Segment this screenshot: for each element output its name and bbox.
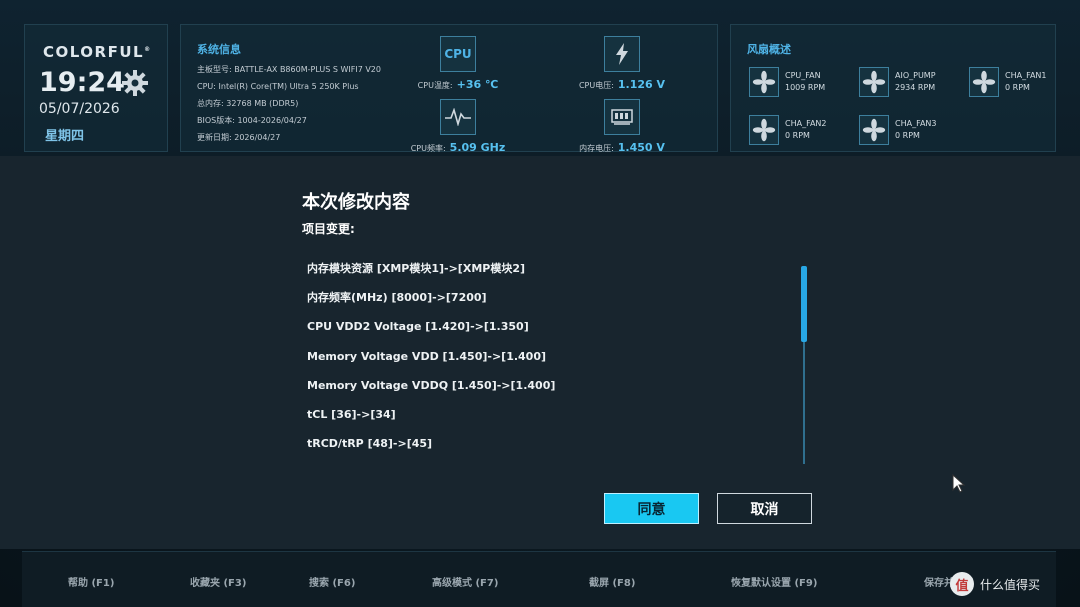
list-item: tCL [36]->[34] bbox=[307, 407, 396, 421]
waveform-icon bbox=[440, 99, 476, 135]
clock-date: 05/07/2026 bbox=[39, 101, 120, 117]
system-row-cpu: CPU: Intel(R) Core(TM) Ultra 5 250K Plus bbox=[197, 82, 359, 91]
list-item: 内存模块资源 [XMP模块1]->[XMP模块2] bbox=[307, 262, 526, 275]
list-item: 内存频率(MHz) [8000]->[7200] bbox=[307, 291, 487, 305]
agree-button[interactable]: 同意 bbox=[604, 493, 699, 524]
change-list[interactable]: 内存模块资源 [XMP模块1]->[XMP模块2] 内存频率(MHz) [800… bbox=[307, 258, 787, 470]
list-item: CPU VDD2 Voltage [1.420]->[1.350] bbox=[307, 320, 529, 334]
list-item: tRCD/tRP [48]->[45] bbox=[307, 437, 433, 451]
footer-help[interactable]: 帮助 (F1) bbox=[68, 574, 114, 589]
stat-cpu-temp: CPU CPU温度: +36 ℃ bbox=[403, 36, 513, 91]
system-row-board: 主板型号: BATTLE-AX B860M-PLUS S WIFI7 V20 bbox=[197, 65, 381, 74]
clock-weekday: 星期四 bbox=[45, 129, 85, 144]
fan-icon bbox=[859, 67, 889, 97]
dialog-title: 本次修改内容 bbox=[302, 192, 410, 213]
system-info-panel: 系统信息 主板型号: BATTLE-AX B860M-PLUS S WIFI7 … bbox=[180, 24, 718, 154]
system-info-rows: 主板型号: BATTLE-AX B860M-PLUS S WIFI7 V20 C… bbox=[197, 61, 381, 146]
watermark-text: 什么值得买 bbox=[980, 577, 1041, 592]
cancel-button[interactable]: 取消 bbox=[717, 493, 812, 524]
stat-cpu-frequency: CPU频率: 5.09 GHz bbox=[403, 99, 513, 154]
memory-module-icon bbox=[604, 99, 640, 135]
lightning-icon bbox=[604, 36, 640, 72]
fan-icon bbox=[969, 67, 999, 97]
footer-screenshot[interactable]: 截屏 (F8) bbox=[589, 574, 635, 589]
system-row-memory: 总内存: 32768 MB (DDR5) bbox=[197, 99, 299, 108]
watermark-logo: 值 bbox=[950, 572, 974, 596]
list-item: Memory Voltage VDDQ [1.450]->[1.400] bbox=[307, 378, 556, 392]
stat-cpu-voltage: CPU电压: 1.126 V bbox=[567, 36, 677, 91]
scrollbar-thumb[interactable] bbox=[801, 266, 807, 342]
system-row-update: 更新日期: 2026/04/27 bbox=[197, 133, 281, 142]
fan-overview-panel: 风扇概述 CPU_FAN 1009 RPM AIO_PUMP 2934 RPM … bbox=[730, 24, 1056, 152]
footer-search[interactable]: 搜索 (F6) bbox=[309, 574, 355, 589]
fan-overview-title: 风扇概述 bbox=[747, 43, 791, 56]
list-item: Memory Voltage VDD [1.450]->[1.400] bbox=[307, 349, 547, 363]
fan-icon bbox=[749, 115, 779, 145]
brand-clock-panel: COLORFUL® 19:24 05/07/2026 星期四 bbox=[24, 24, 168, 152]
clock-time: 19:24 bbox=[39, 67, 125, 98]
stat-memory-voltage: 内存电压: 1.450 V bbox=[567, 99, 677, 154]
mouse-cursor-icon bbox=[952, 474, 966, 493]
dialog-subtitle: 项目变更: bbox=[302, 222, 355, 236]
fan-icon bbox=[749, 67, 779, 97]
footer-favorites[interactable]: 收藏夹 (F3) bbox=[190, 574, 246, 589]
change-summary-dialog: 本次修改内容 项目变更: 内存模块资源 [XMP模块1]->[XMP模块2] 内… bbox=[0, 156, 1080, 549]
watermark: 值 什么值得买 bbox=[950, 571, 1040, 597]
system-info-title: 系统信息 bbox=[197, 43, 241, 56]
system-row-bios: BIOS版本: 1004-2026/04/27 bbox=[197, 116, 307, 125]
brand-logo: COLORFUL® bbox=[43, 43, 152, 61]
gear-icon[interactable] bbox=[121, 69, 149, 97]
fan-icon bbox=[859, 115, 889, 145]
footer-bar: 帮助 (F1) 收藏夹 (F3) 搜索 (F6) 高级模式 (F7) 截屏 (F… bbox=[22, 551, 1056, 607]
footer-restore-defaults[interactable]: 恢复默认设置 (F9) bbox=[731, 574, 817, 589]
cpu-chip-icon: CPU bbox=[440, 36, 476, 72]
footer-advanced-mode[interactable]: 高级模式 (F7) bbox=[432, 574, 498, 589]
